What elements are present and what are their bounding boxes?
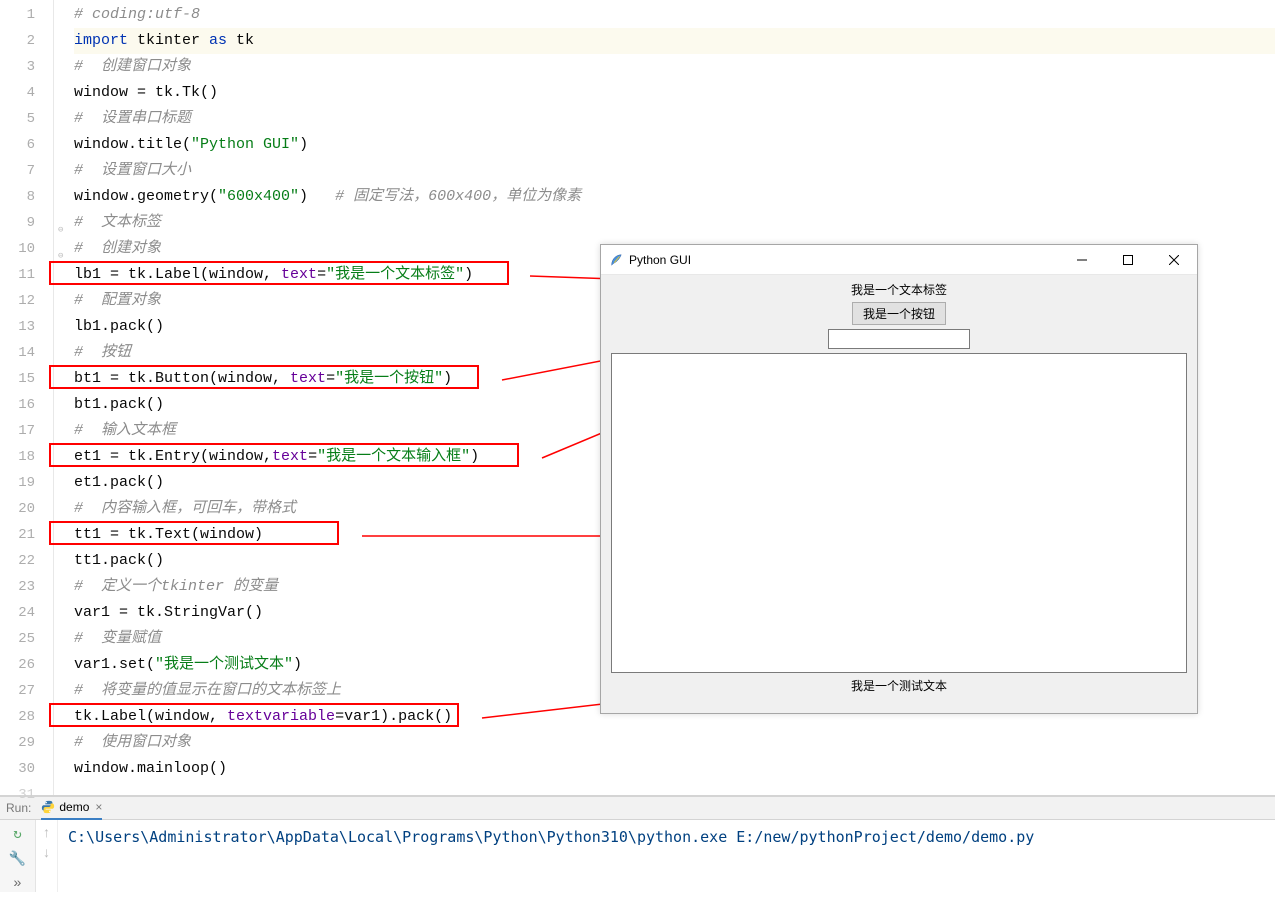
down-arrow-icon[interactable]: ↓ <box>42 846 50 862</box>
rerun-icon[interactable]: ↻ <box>13 826 21 843</box>
run-nav-gutter: ↑ ↓ <box>36 820 58 892</box>
tkinter-window[interactable]: Python GUI 我是一个文本标签 我是一个按钮 我是一个测试文本 <box>600 244 1198 714</box>
close-button[interactable] <box>1151 245 1197 275</box>
console-output[interactable]: C:\Users\Administrator\AppData\Local\Pro… <box>58 820 1275 892</box>
python-file-icon <box>41 800 55 814</box>
tk-text-widget[interactable] <box>611 353 1187 673</box>
settings-icon[interactable]: 🔧 <box>9 851 26 868</box>
tk-entry[interactable] <box>828 329 970 349</box>
maximize-button[interactable] <box>1105 245 1151 275</box>
window-titlebar[interactable]: Python GUI <box>601 245 1197 275</box>
more-icon[interactable]: » <box>13 876 21 892</box>
minimize-button[interactable] <box>1059 245 1105 275</box>
code-editor[interactable]: 12345678910 11121314151617181920 2122232… <box>0 0 1275 796</box>
close-tab-icon[interactable]: × <box>95 800 102 814</box>
window-body: 我是一个文本标签 我是一个按钮 我是一个测试文本 <box>601 275 1197 694</box>
tk-label-var: 我是一个测试文本 <box>601 677 1197 694</box>
run-toolwindow-body: ↻ 🔧 » ↑ ↓ C:\Users\Administrator\AppData… <box>0 820 1275 892</box>
up-arrow-icon[interactable]: ↑ <box>42 826 50 842</box>
tk-button[interactable]: 我是一个按钮 <box>852 302 946 325</box>
fold-indicator[interactable]: ⊖ <box>58 243 63 269</box>
run-action-gutter: ↻ 🔧 » <box>0 820 36 892</box>
window-title: Python GUI <box>629 253 1059 267</box>
tk-label: 我是一个文本标签 <box>601 281 1197 298</box>
run-tab-label: demo <box>59 800 89 814</box>
run-toolwindow-header[interactable]: Run: demo × <box>0 796 1275 820</box>
line-number-gutter: 12345678910 11121314151617181920 2122232… <box>0 0 54 795</box>
run-tab[interactable]: demo × <box>41 796 102 820</box>
tk-feather-icon <box>609 253 623 267</box>
fold-indicator[interactable]: ⊖ <box>58 217 63 243</box>
code-comment: # coding:utf-8 <box>74 6 200 23</box>
